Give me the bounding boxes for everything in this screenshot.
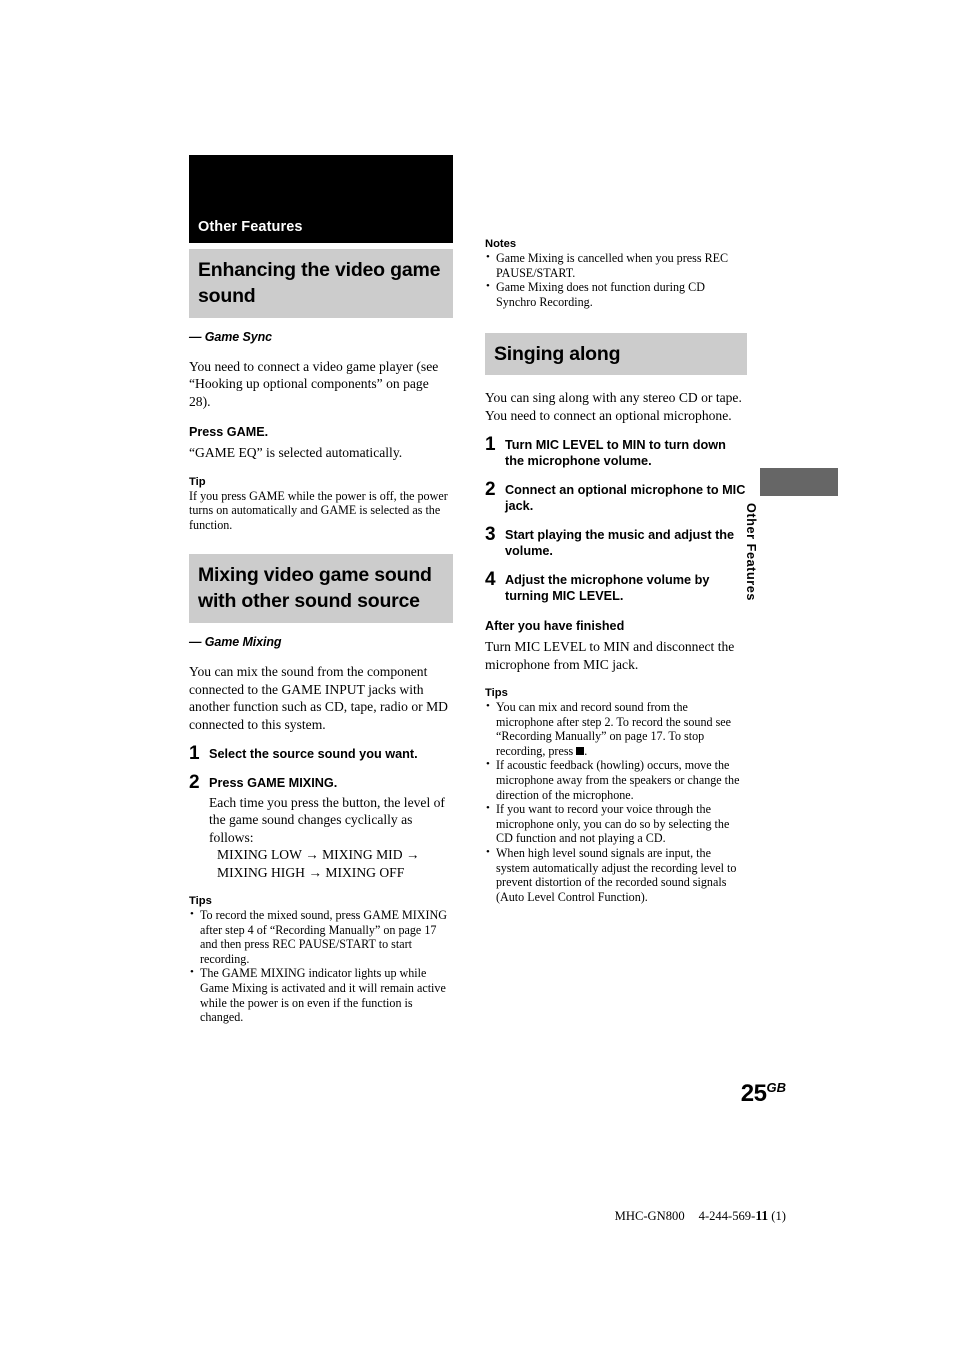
- section-heading-enhancing-video-game-sound: Enhancing the video game sound: [189, 249, 453, 318]
- list-item: If you want to record your voice through…: [485, 801, 747, 846]
- after-you-have-finished-body: Turn MIC LEVEL to MIN and disconnect the…: [485, 639, 735, 672]
- tips-list-game-mixing: To record the mixed sound, press GAME MI…: [189, 907, 453, 1025]
- list-item: Game Mixing does not function during CD …: [485, 279, 747, 309]
- notes-heading: Notes: [485, 238, 517, 250]
- step-item: 3 Start playing the music and adjust the…: [485, 524, 747, 559]
- footer-edition: (1): [768, 1209, 786, 1223]
- step-title: Select the source sound you want.: [209, 747, 418, 762]
- list-item: When high level sound signals are input,…: [485, 845, 747, 904]
- list-item: If acoustic feedback (howling) occurs, m…: [485, 757, 747, 802]
- step-cycle-line-1: MIXING LOW → MIXING MID →: [217, 847, 420, 863]
- thumb-tab-label: Other Features: [744, 503, 758, 601]
- list-item: To record the mixed sound, press GAME MI…: [189, 907, 453, 966]
- step-item: 1 Turn MIC LEVEL to MIN to turn down the…: [485, 434, 747, 469]
- left-column: Other Features Enhancing the video game …: [189, 155, 453, 1025]
- thumb-tab-marker: [760, 468, 838, 496]
- step-title: Start playing the music and adjust the v…: [505, 528, 735, 559]
- step-number: 2: [485, 479, 496, 501]
- tips-heading-game-mixing: Tips: [189, 895, 212, 908]
- intro-singing-along: You can sing along with any stereo CD or…: [485, 390, 742, 423]
- tips-list-singing-along: You can mix and record sound from the mi…: [485, 699, 747, 904]
- step-number: 4: [485, 569, 496, 591]
- list-item: Game Mixing is cancelled when you press …: [485, 250, 747, 280]
- step-item: 1 Select the source sound you want.: [189, 743, 453, 765]
- page-number-suffix: GB: [766, 1080, 787, 1095]
- intro-game-sync: You need to connect a video game player …: [189, 359, 439, 409]
- press-game-body: “GAME EQ” is selected automatically.: [189, 445, 403, 461]
- tip-heading-game-sync: Tip: [189, 475, 206, 488]
- chapter-banner-title: Other Features: [198, 219, 303, 235]
- after-you-have-finished-heading: After you have finished: [485, 619, 625, 634]
- press-game-heading: Press GAME.: [189, 425, 269, 440]
- step-title: Turn MIC LEVEL to MIN to turn down the m…: [505, 438, 726, 469]
- step-item: 4 Adjust the microphone volume by turnin…: [485, 569, 747, 604]
- section-heading-singing-along: Singing along: [485, 333, 747, 376]
- step-number: 2: [189, 772, 200, 794]
- step-body: Each time you press the button, the leve…: [209, 795, 445, 845]
- subheading-game-mixing: — Game Mixing: [189, 635, 282, 650]
- step-title: Adjust the microphone volume by turning …: [505, 573, 710, 604]
- step-item: 2 Press GAME MIXING. Each time you press…: [189, 772, 453, 881]
- intro-game-mixing: You can mix the sound from the component…: [189, 664, 448, 732]
- page-number-value: 25: [740, 1080, 767, 1107]
- tip-text-part-1: You can mix and record sound from the mi…: [496, 700, 732, 758]
- footer: MHC-GN800 4-244-569-11 (1): [0, 1208, 786, 1224]
- manual-page: Other Features Enhancing the video game …: [0, 0, 954, 1351]
- right-column: Notes Game Mixing is cancelled when you …: [485, 238, 747, 904]
- notes-list: Game Mixing is cancelled when you press …: [485, 250, 747, 309]
- step-number: 1: [189, 743, 200, 765]
- subheading-game-sync: — Game Sync: [189, 330, 272, 344]
- step-number: 3: [485, 524, 496, 546]
- footer-model: MHC-GN800: [614, 1209, 685, 1223]
- tip-body-game-sync: If you press GAME while the power is off…: [189, 488, 448, 532]
- tips-heading-singing-along: Tips: [485, 687, 508, 699]
- chapter-banner: Other Features: [189, 155, 453, 243]
- stop-button-icon: [576, 746, 585, 755]
- section-heading-mixing-video-game-sound: Mixing video game sound with other sound…: [189, 554, 453, 624]
- footer-revision: 11: [755, 1208, 769, 1223]
- step-cycle-line-2: MIXING HIGH → MIXING OFF: [217, 864, 405, 880]
- step-title: Press GAME MIXING.: [209, 776, 338, 791]
- list-item: The GAME MIXING indicator lights up whil…: [189, 965, 453, 1024]
- list-item: You can mix and record sound from the mi…: [485, 699, 747, 758]
- footer-part-prefix: 4-244-569-: [698, 1209, 756, 1223]
- step-number: 1: [485, 434, 496, 456]
- page-number: 25GB: [690, 1080, 786, 1108]
- tip-text-part-2: .: [584, 743, 588, 758]
